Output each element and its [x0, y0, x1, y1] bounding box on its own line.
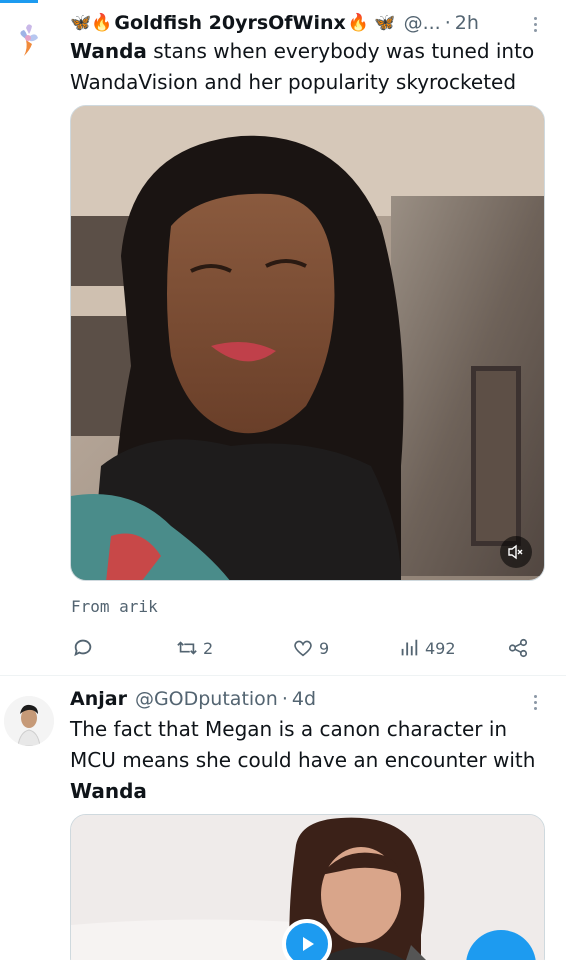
tweet-header: 🦋🔥 Goldfish 20yrsOfWinx 🔥 🦋 @... · 2h: [70, 10, 526, 36]
tweet-text: The fact that Megan is a canon character…: [70, 714, 552, 807]
share-button[interactable]: [507, 633, 529, 663]
media-source-label[interactable]: From arik: [71, 597, 158, 616]
timestamp[interactable]: 2h: [455, 12, 479, 34]
tweet-header: Anjar @GODputation · 4d: [70, 686, 526, 712]
separator-dot: ·: [281, 688, 288, 710]
reply-button[interactable]: [72, 633, 99, 663]
views-icon: [401, 639, 418, 656]
views-button[interactable]: 492: [398, 633, 456, 663]
display-name[interactable]: Anjar: [70, 688, 127, 710]
tweet-text-bold: Wanda: [70, 39, 147, 63]
tweet-text-bold: Wanda: [70, 779, 147, 803]
tweet-actions: 2 9 492: [70, 633, 532, 663]
share-icon: [508, 638, 528, 658]
more-options-icon[interactable]: [526, 690, 544, 714]
tweet-anjar[interactable]: Anjar @GODputation · 4d The fact that Me…: [0, 676, 566, 960]
avatar[interactable]: [4, 696, 54, 746]
name-emoji-prefix: 🦋🔥: [70, 13, 113, 33]
name-emoji-suffix: 🔥 🦋: [347, 13, 396, 33]
tweet-text: Wanda stans when everybody was tuned int…: [70, 36, 552, 98]
handle[interactable]: @GODputation: [135, 688, 278, 710]
retweet-button[interactable]: 2: [176, 633, 213, 663]
view-count: 492: [425, 638, 456, 658]
reply-icon: [74, 639, 92, 657]
display-name[interactable]: Goldfish 20yrsOfWinx: [114, 12, 345, 34]
heart-icon: [294, 640, 312, 657]
like-count: 9: [319, 638, 330, 658]
more-options-icon[interactable]: [526, 12, 544, 36]
tweet-text-body: The fact that Megan is a canon character…: [70, 717, 536, 772]
like-button[interactable]: 9: [292, 633, 329, 663]
tweet-goldfish[interactable]: 🦋🔥 Goldfish 20yrsOfWinx 🔥 🦋 @... · 2h Wa…: [0, 0, 566, 675]
volume-mute-icon[interactable]: [500, 536, 532, 568]
timestamp[interactable]: 4d: [292, 688, 316, 710]
video-media[interactable]: [70, 105, 545, 581]
retweet-count: 2: [203, 638, 214, 658]
video-frame: [71, 106, 544, 580]
separator-dot: ·: [444, 12, 451, 34]
retweet-icon: [177, 641, 197, 655]
avatar[interactable]: [4, 14, 54, 64]
handle[interactable]: @...: [404, 12, 441, 34]
